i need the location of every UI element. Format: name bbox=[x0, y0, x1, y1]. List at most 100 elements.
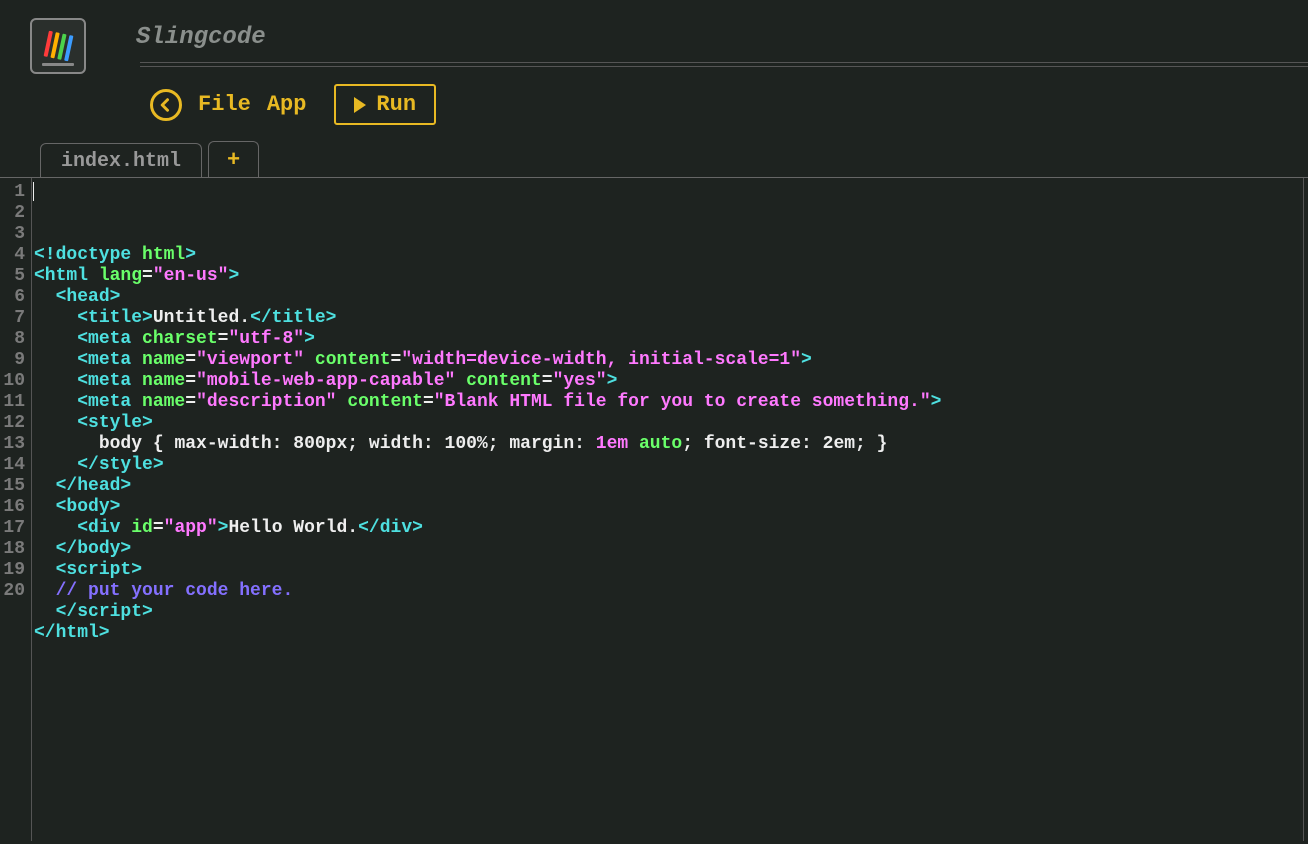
token: name bbox=[142, 392, 185, 412]
header: Slingcode bbox=[0, 0, 1308, 72]
token: <title> bbox=[77, 308, 153, 328]
code-line[interactable]: <head> bbox=[34, 287, 1303, 308]
token: <div bbox=[77, 518, 131, 538]
line-number: 10 bbox=[0, 371, 25, 392]
toolbar: File App Run bbox=[0, 72, 1308, 137]
token: <head> bbox=[56, 287, 121, 307]
code-line[interactable]: </script> bbox=[34, 602, 1303, 623]
token: Untitled. bbox=[153, 308, 250, 328]
token: 100% bbox=[445, 434, 488, 454]
token: name bbox=[142, 350, 185, 370]
code-line[interactable]: <!doctype html> bbox=[34, 245, 1303, 266]
token: : bbox=[574, 434, 596, 454]
menu-app[interactable]: App bbox=[267, 92, 307, 117]
play-icon bbox=[354, 97, 366, 113]
token: // put your code here. bbox=[56, 581, 294, 601]
token: ; } bbox=[855, 434, 887, 454]
code-area[interactable]: <!doctype html><html lang="en-us"> <head… bbox=[32, 178, 1304, 841]
token: = bbox=[153, 518, 164, 538]
line-gutter: 1234567891011121314151617181920 bbox=[0, 178, 32, 841]
token: margin bbox=[509, 434, 574, 454]
token bbox=[628, 434, 639, 454]
line-number: 7 bbox=[0, 308, 25, 329]
token: width bbox=[369, 434, 423, 454]
token: Hello World. bbox=[228, 518, 358, 538]
token: lang bbox=[99, 266, 142, 286]
token: </body> bbox=[56, 539, 132, 559]
line-number: 9 bbox=[0, 350, 25, 371]
token: </div> bbox=[358, 518, 423, 538]
line-number: 4 bbox=[0, 245, 25, 266]
line-number: 3 bbox=[0, 224, 25, 245]
code-line[interactable]: </body> bbox=[34, 539, 1303, 560]
text-cursor bbox=[33, 182, 34, 201]
token: </html> bbox=[34, 623, 110, 643]
token: "app" bbox=[164, 518, 218, 538]
token: max-width bbox=[174, 434, 271, 454]
code-line[interactable]: <div id="app">Hello World.</div> bbox=[34, 518, 1303, 539]
line-number: 12 bbox=[0, 413, 25, 434]
code-line[interactable]: <meta name="mobile-web-app-capable" cont… bbox=[34, 371, 1303, 392]
token: </head> bbox=[56, 476, 132, 496]
code-line[interactable]: </style> bbox=[34, 455, 1303, 476]
token: = bbox=[391, 350, 402, 370]
code-line[interactable]: // put your code here. bbox=[34, 581, 1303, 602]
arrow-left-icon bbox=[157, 96, 175, 114]
token: <style> bbox=[77, 413, 153, 433]
token: content bbox=[347, 392, 423, 412]
code-line[interactable]: <title>Untitled.</title> bbox=[34, 308, 1303, 329]
line-number: 15 bbox=[0, 476, 25, 497]
run-button-label: Run bbox=[376, 92, 416, 117]
token: "yes" bbox=[553, 371, 607, 391]
token: = bbox=[185, 392, 196, 412]
code-line[interactable]: <meta name="viewport" content="width=dev… bbox=[34, 350, 1303, 371]
token: = bbox=[218, 329, 229, 349]
token bbox=[337, 392, 348, 412]
menu-file[interactable]: File bbox=[198, 92, 251, 117]
code-line[interactable]: <meta charset="utf-8"> bbox=[34, 329, 1303, 350]
code-line[interactable]: </head> bbox=[34, 476, 1303, 497]
token: </style> bbox=[77, 455, 163, 475]
code-line[interactable]: body { max-width: 800px; width: 100%; ma… bbox=[34, 434, 1303, 455]
run-button[interactable]: Run bbox=[334, 84, 436, 125]
line-number: 13 bbox=[0, 434, 25, 455]
logo-underline bbox=[42, 63, 74, 66]
code-line[interactable]: <meta name="description" content="Blank … bbox=[34, 392, 1303, 413]
token: <html bbox=[34, 266, 99, 286]
tabs-row: index.html + bbox=[0, 137, 1308, 177]
line-number: 11 bbox=[0, 392, 25, 413]
divider bbox=[140, 66, 1308, 67]
line-number: 17 bbox=[0, 518, 25, 539]
token: : bbox=[801, 434, 823, 454]
tab-index-html[interactable]: index.html bbox=[40, 143, 202, 177]
token: "viewport" bbox=[196, 350, 304, 370]
app-title: Slingcode bbox=[136, 24, 266, 51]
code-line[interactable]: <style> bbox=[34, 413, 1303, 434]
add-tab-button[interactable]: + bbox=[208, 141, 259, 177]
token: > bbox=[931, 392, 942, 412]
token: ; bbox=[488, 434, 510, 454]
token: name bbox=[142, 371, 185, 391]
token: </script> bbox=[56, 602, 153, 622]
code-line[interactable]: <html lang="en-us"> bbox=[34, 266, 1303, 287]
code-line[interactable]: <script> bbox=[34, 560, 1303, 581]
token bbox=[304, 350, 315, 370]
back-button[interactable] bbox=[150, 89, 182, 121]
app-logo[interactable] bbox=[30, 18, 86, 74]
code-line[interactable]: </html> bbox=[34, 623, 1303, 644]
token: > bbox=[218, 518, 229, 538]
token: 2em bbox=[823, 434, 855, 454]
line-number: 2 bbox=[0, 203, 25, 224]
code-line[interactable] bbox=[34, 644, 1303, 665]
token: ; bbox=[347, 434, 369, 454]
line-number: 1 bbox=[0, 182, 25, 203]
token: <meta bbox=[77, 371, 142, 391]
line-number: 16 bbox=[0, 497, 25, 518]
token: = bbox=[542, 371, 553, 391]
divider bbox=[140, 62, 1308, 63]
token: ; bbox=[682, 434, 704, 454]
token: = bbox=[142, 266, 153, 286]
token: <meta bbox=[77, 350, 142, 370]
token: { bbox=[142, 434, 174, 454]
code-line[interactable]: <body> bbox=[34, 497, 1303, 518]
